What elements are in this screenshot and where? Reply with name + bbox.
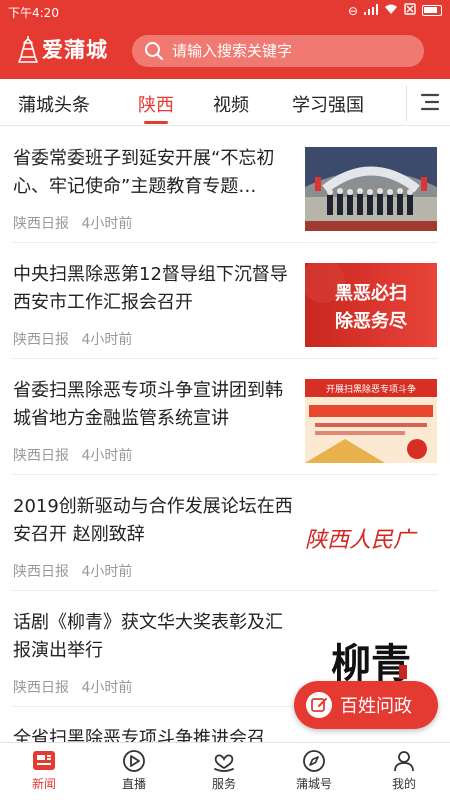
news-item[interactable]: 中央扫黑除恶第12督导组下沉督导西安市工作汇报会召开 陕西日报 4小时前 黑恶必… <box>0 243 450 359</box>
signal-icon <box>364 3 378 18</box>
nav-label: 服务 <box>211 777 236 791</box>
tab-video[interactable]: 视频 <box>213 91 249 117</box>
news-source: 陕西日报 <box>13 564 69 580</box>
citizen-inquiry-button[interactable]: 百姓问政 <box>294 681 438 729</box>
wifi-icon <box>384 4 398 18</box>
active-tab-indicator <box>144 121 168 124</box>
edit-icon <box>306 692 332 718</box>
fab-label: 百姓问政 <box>340 696 412 717</box>
tab-shaanxi[interactable]: 陕西 <box>138 91 174 117</box>
news-time: 4小时前 <box>81 216 133 232</box>
news-time: 4小时前 <box>81 564 133 580</box>
news-meta: 陕西日报 4小时前 <box>13 561 132 581</box>
news-source: 陕西日报 <box>13 332 69 348</box>
news-meta: 陕西日报 4小时前 <box>13 445 132 465</box>
nav-label: 直播 <box>121 777 146 791</box>
search-input[interactable] <box>172 42 412 60</box>
news-item[interactable]: 2019创新驱动与合作发展论坛在西安召开 赵刚致辞 陕西日报 4小时前 陕西人民… <box>0 475 450 591</box>
status-icons: ⊖ <box>348 3 442 18</box>
news-source: 陕西日报 <box>13 680 69 696</box>
tab-xuexi-qiangguo[interactable]: 学习强国 <box>292 91 364 117</box>
news-item[interactable]: 省委扫黑除恶专项斗争宣讲团到韩城省地方金融监管系统宣讲 陕西日报 4小时前 开展… <box>0 359 450 475</box>
news-title[interactable]: 中央扫黑除恶第12督导组下沉督导西安市工作汇报会召开 <box>13 261 298 317</box>
news-time: 4小时前 <box>81 332 133 348</box>
nav-profile[interactable]: 我的 <box>369 749 439 792</box>
tower-logo-icon <box>16 35 40 63</box>
app-logo[interactable]: 爱蒲城 <box>16 34 108 64</box>
app-header: 下午4:20 ⊖ 爱蒲城 <box>0 0 450 79</box>
news-time: 4小时前 <box>81 448 133 464</box>
news-meta: 陕西日报 4小时前 <box>13 329 132 349</box>
logo-text: 爱蒲城 <box>42 37 108 62</box>
news-meta: 陕西日报 4小时前 <box>13 677 132 697</box>
nav-news[interactable]: 新闻 <box>9 749 79 792</box>
news-thumbnail-calligraphy-banner[interactable]: 黑恶必扫 除恶务尽 <box>305 263 437 347</box>
thumb-text-line2: 除恶务尽 <box>335 310 408 332</box>
sim-off-icon <box>404 3 416 18</box>
news-thumbnail-group-photo[interactable] <box>305 147 437 231</box>
nav-label: 新闻 <box>31 777 56 791</box>
news-icon <box>33 751 55 770</box>
thumb-text: 开展扫黑除恶专项斗争 <box>326 383 416 395</box>
nav-live[interactable]: 直播 <box>99 749 169 792</box>
news-thumbnail-newspaper-logo[interactable]: 陕西人民广 <box>305 495 437 579</box>
news-thumbnail-campaign-poster[interactable]: 开展扫黑除恶专项斗争 <box>305 379 437 463</box>
news-source: 陕西日报 <box>13 216 69 232</box>
dnd-icon: ⊖ <box>347 3 358 18</box>
user-icon <box>394 751 414 772</box>
search-icon <box>145 42 164 61</box>
compass-icon <box>303 750 325 772</box>
thumb-text: 陕西人民广 <box>305 528 418 553</box>
thumb-text: 柳青 <box>331 640 411 687</box>
news-title[interactable]: 2019创新驱动与合作发展论坛在西安召开 赵刚致辞 <box>13 493 298 549</box>
status-bar: 下午4:20 ⊖ <box>0 0 450 22</box>
news-meta: 陕西日报 4小时前 <box>13 213 132 233</box>
thumb-text-line1: 黑恶必扫 <box>335 282 407 304</box>
tab-divider <box>406 85 407 121</box>
news-title[interactable]: 省委扫黑除恶专项斗争宣讲团到韩城省地方金融监管系统宣讲 <box>13 377 298 433</box>
nav-service[interactable]: 服务 <box>189 749 259 792</box>
menu-icon[interactable] <box>418 92 440 112</box>
channel-tabbar: 蒲城头条 陕西 视频 学习强国 <box>0 79 450 126</box>
bottom-nav: 新闻 直播 服务 蒲城号 我的 <box>0 742 450 800</box>
news-time: 4小时前 <box>81 680 133 696</box>
news-title[interactable]: 话剧《柳青》获文华大奖表彰及汇报演出举行 <box>13 609 298 665</box>
news-item[interactable]: 省委常委班子到延安开展“不忘初心、牢记使命”主题教育专题… 陕西日报 4小时前 <box>0 127 450 243</box>
news-source: 陕西日报 <box>13 448 69 464</box>
service-icon <box>214 754 234 772</box>
tab-pucheng-headlines[interactable]: 蒲城头条 <box>18 91 90 117</box>
news-title[interactable]: 省委常委班子到延安开展“不忘初心、牢记使命”主题教育专题… <box>13 145 298 201</box>
status-time: 下午4:20 <box>8 6 59 20</box>
nav-label: 蒲城号 <box>295 777 332 791</box>
search-box[interactable] <box>132 35 424 67</box>
battery-icon <box>422 5 442 16</box>
nav-pucheng-hao[interactable]: 蒲城号 <box>279 749 349 792</box>
nav-label: 我的 <box>391 777 416 791</box>
live-icon <box>123 750 145 772</box>
